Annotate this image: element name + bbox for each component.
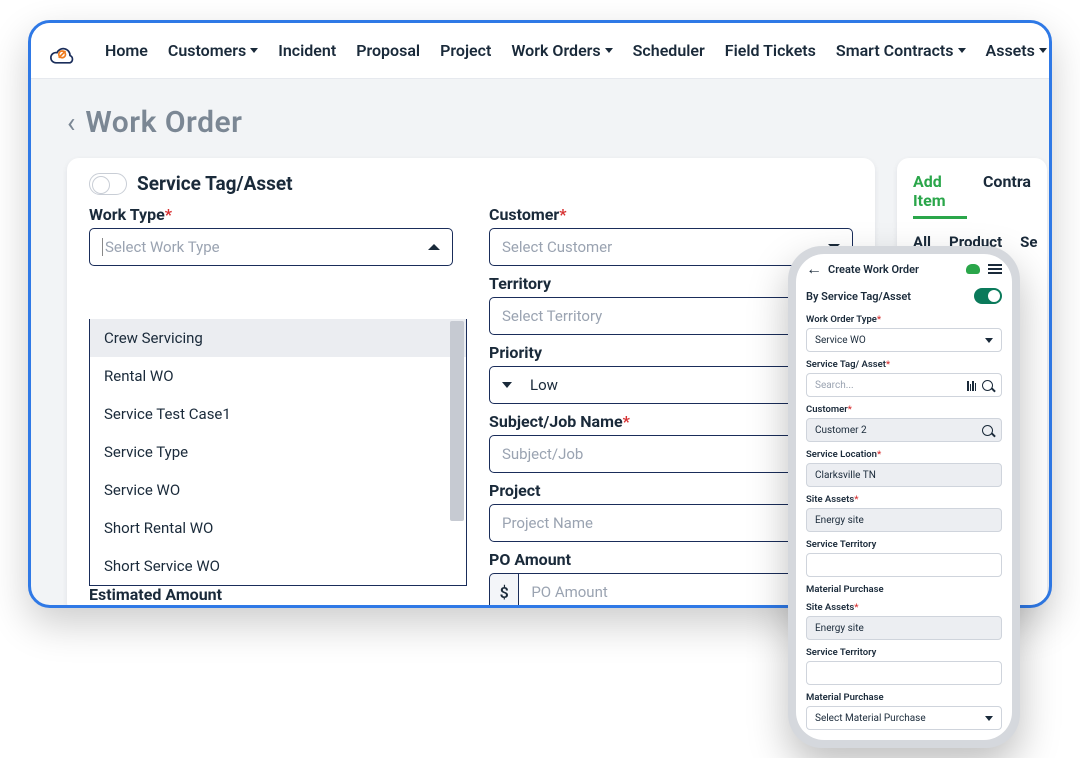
work-type-option[interactable]: Short Rental WO bbox=[90, 509, 466, 547]
phone-back-arrow-icon[interactable]: ← bbox=[806, 261, 822, 277]
nav-item-label: Home bbox=[105, 41, 148, 60]
nav-item-work-orders[interactable]: Work Orders bbox=[501, 33, 622, 68]
chevron-up-icon bbox=[428, 244, 440, 250]
nav-item-label: Proposal bbox=[356, 41, 420, 60]
page-title: Work Order bbox=[85, 105, 242, 140]
work-type-field: Work Type* Select Work Type bbox=[89, 205, 453, 266]
customer-label: Customer* bbox=[489, 205, 853, 224]
nav-item-label: Incident bbox=[278, 41, 336, 60]
phone-site-assets-field-2: Site Assets* Energy site bbox=[806, 602, 1002, 640]
chevron-down-icon bbox=[502, 382, 512, 388]
phone-form: Work Order Type* Service WO Service Tag/… bbox=[796, 314, 1012, 730]
back-chevron-icon[interactable]: ‹ bbox=[67, 109, 75, 137]
phone-mockup: ← Create Work Order By Service Tag/Asset… bbox=[788, 246, 1020, 748]
work-type-label: Work Type* bbox=[89, 205, 453, 224]
estimated-amount-field: Estimated Amount bbox=[89, 585, 453, 604]
nav-list: Home Customers Incident Proposal Project Work… bbox=[95, 33, 1052, 68]
work-type-option[interactable]: Crew Servicing bbox=[90, 319, 466, 357]
chevron-down-icon bbox=[250, 48, 258, 53]
page-header: ‹ Work Order bbox=[67, 105, 1029, 140]
chevron-down-icon bbox=[958, 48, 966, 53]
phone-location-field: Service Location* Clarksville TN bbox=[806, 449, 1002, 487]
phone-territory-input-2[interactable] bbox=[806, 661, 1002, 685]
search-icon[interactable] bbox=[982, 425, 993, 436]
top-navbar: Home Customers Incident Proposal Project Work… bbox=[31, 23, 1049, 79]
chevron-down-icon bbox=[605, 48, 613, 53]
nav-item-label: Scheduler bbox=[633, 41, 705, 60]
cloud-sync-icon[interactable] bbox=[966, 264, 980, 274]
nav-item-assets[interactable]: Assets bbox=[976, 33, 1052, 68]
phone-sta-input[interactable]: Search... bbox=[806, 373, 1002, 397]
phone-material-purchase-field-2: Material Purchase Select Material Purcha… bbox=[806, 692, 1002, 730]
barcode-scan-icon[interactable] bbox=[967, 380, 976, 391]
phone-location-input[interactable]: Clarksville TN bbox=[806, 463, 1002, 487]
work-type-option[interactable]: Service Type bbox=[90, 433, 466, 471]
nav-item-label: Assets bbox=[986, 41, 1035, 60]
nav-item-label: Work Orders bbox=[511, 41, 600, 60]
side-tab-contracts[interactable]: Contra bbox=[983, 172, 1031, 219]
nav-item-smart-contracts[interactable]: Smart Contracts bbox=[826, 33, 976, 68]
service-tag-toggle-row: Service Tag/Asset bbox=[89, 172, 853, 195]
side-sub-tab-services[interactable]: Se bbox=[1020, 233, 1037, 258]
currency-prefix: $ bbox=[489, 573, 518, 608]
nav-item-field-tickets[interactable]: Field Tickets bbox=[715, 33, 826, 68]
work-type-option[interactable]: Service Test Case1 bbox=[90, 395, 466, 433]
service-tag-toggle-label: Service Tag/Asset bbox=[137, 172, 293, 195]
phone-territory-input-1[interactable] bbox=[806, 553, 1002, 577]
phone-wot-field: Work Order Type* Service WO bbox=[806, 314, 1002, 352]
nav-item-scheduler[interactable]: Scheduler bbox=[623, 33, 715, 68]
phone-header: ← Create Work Order bbox=[796, 254, 1012, 284]
nav-item-label: Field Tickets bbox=[725, 41, 816, 60]
nav-item-label: Project bbox=[440, 41, 491, 60]
service-tag-toggle[interactable] bbox=[89, 173, 127, 195]
phone-service-tag-toggle[interactable] bbox=[974, 288, 1002, 304]
chevron-down-icon bbox=[985, 716, 993, 721]
phone-customer-field: Customer* Customer 2 bbox=[806, 404, 1002, 442]
cloud-logo-icon bbox=[43, 33, 79, 69]
work-type-option[interactable]: Service WO bbox=[90, 471, 466, 509]
side-tabs-top: Add Item Contra bbox=[913, 168, 1031, 219]
phone-material-purchase-select[interactable]: Select Material Purchase bbox=[806, 706, 1002, 730]
phone-customer-input[interactable]: Customer 2 bbox=[806, 418, 1002, 442]
phone-toggle-label: By Service Tag/Asset bbox=[806, 290, 911, 303]
phone-material-purchase-field-1: Material Purchase bbox=[806, 584, 1002, 595]
phone-wot-select[interactable]: Service WO bbox=[806, 328, 1002, 352]
nav-item-label: Customers bbox=[168, 41, 246, 60]
side-tab-add-item[interactable]: Add Item bbox=[913, 172, 967, 219]
nav-item-home[interactable]: Home bbox=[95, 33, 158, 68]
chevron-down-icon bbox=[1039, 48, 1047, 53]
phone-site-assets-input-1[interactable]: Energy site bbox=[806, 508, 1002, 532]
menu-icon[interactable] bbox=[988, 264, 1002, 274]
phone-territory-field-2: Service Territory bbox=[806, 647, 1002, 685]
phone-toggle-row: By Service Tag/Asset bbox=[796, 284, 1012, 314]
work-type-option[interactable]: Short Service WO bbox=[90, 547, 466, 585]
phone-territory-field-1: Service Territory bbox=[806, 539, 1002, 577]
app-logo bbox=[43, 31, 79, 71]
chevron-down-icon bbox=[985, 338, 993, 343]
phone-header-title: Create Work Order bbox=[828, 263, 919, 276]
dropdown-scrollbar[interactable] bbox=[450, 321, 464, 583]
nav-item-customers[interactable]: Customers bbox=[158, 33, 268, 68]
scrollbar-thumb[interactable] bbox=[450, 321, 464, 521]
phone-sta-field: Service Tag/ Asset* Search... bbox=[806, 359, 1002, 397]
phone-site-assets-field-1: Site Assets* Energy site bbox=[806, 494, 1002, 532]
work-type-option[interactable]: Rental WO bbox=[90, 357, 466, 395]
work-type-select[interactable]: Select Work Type bbox=[89, 228, 453, 266]
select-cursor: Select Work Type bbox=[102, 238, 220, 256]
nav-item-incident[interactable]: Incident bbox=[268, 33, 346, 68]
phone-site-assets-input-2[interactable]: Energy site bbox=[806, 616, 1002, 640]
nav-item-label: Smart Contracts bbox=[836, 41, 954, 60]
nav-item-project[interactable]: Project bbox=[430, 33, 501, 68]
phone-screen: ← Create Work Order By Service Tag/Asset… bbox=[796, 254, 1012, 740]
work-type-dropdown-popup: Crew ServicingRental WOService Test Case… bbox=[89, 319, 467, 586]
nav-item-proposal[interactable]: Proposal bbox=[346, 33, 430, 68]
estimated-amount-label: Estimated Amount bbox=[89, 585, 453, 604]
search-icon[interactable] bbox=[982, 380, 993, 391]
